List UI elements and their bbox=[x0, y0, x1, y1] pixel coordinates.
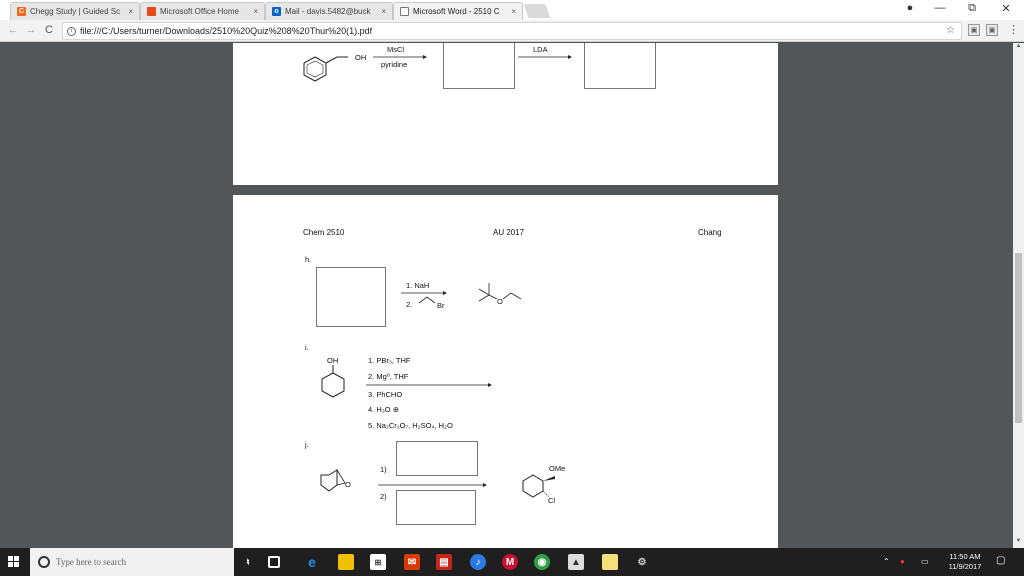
tab-office[interactable]: Microsoft Office Home × bbox=[140, 2, 265, 20]
tab-word-pdf[interactable]: Microsoft Word - 2510 C × bbox=[393, 2, 523, 20]
windows-start-icon[interactable] bbox=[8, 556, 20, 568]
microphone-icon[interactable]: ♮ bbox=[240, 554, 256, 570]
cortana-icon bbox=[38, 556, 50, 568]
oh-label: OH bbox=[355, 53, 367, 62]
store-icon[interactable]: ⊞ bbox=[370, 554, 386, 570]
info-icon[interactable]: i bbox=[67, 26, 76, 36]
reagent-label: pyridine bbox=[381, 60, 408, 69]
file-explorer-icon[interactable] bbox=[338, 554, 354, 570]
tab-chegg[interactable]: C Chegg Study | Guided Sc × bbox=[10, 2, 140, 20]
extension-icon[interactable]: ▣ bbox=[968, 24, 980, 36]
pdf-page: OH MsCl pyridine LDA bbox=[233, 43, 778, 185]
tray-chevron-icon[interactable]: ⌃ bbox=[883, 557, 890, 566]
document-favicon-icon bbox=[400, 7, 409, 16]
close-tab-icon[interactable]: × bbox=[253, 7, 258, 16]
chrome-icon[interactable]: ◉ bbox=[534, 554, 550, 570]
tab-title: Microsoft Word - 2510 C bbox=[413, 7, 500, 16]
close-tab-icon[interactable]: × bbox=[511, 7, 516, 16]
scroll-up-icon[interactable]: ▲ bbox=[1013, 43, 1024, 53]
clock-date: 11/9/2017 bbox=[948, 562, 982, 571]
taskbar-search-box[interactable]: Type here to search bbox=[30, 548, 234, 576]
reload-button[interactable]: C bbox=[42, 24, 56, 36]
clock-time: 11:50 AM bbox=[949, 552, 981, 561]
new-tab-button[interactable] bbox=[523, 4, 551, 18]
extension-icon[interactable]: ▣ bbox=[986, 24, 998, 36]
music-app-icon[interactable]: ♪ bbox=[470, 554, 486, 570]
answer-box[interactable] bbox=[443, 43, 515, 89]
pdf-page: Chem 2510 AU 2017 Chang h. 1. NaH 2. Br … bbox=[233, 195, 778, 548]
close-window-button[interactable]: ✕ bbox=[996, 2, 1016, 15]
photos-icon[interactable]: ▲ bbox=[568, 554, 584, 570]
pdf-viewer[interactable]: OH MsCl pyridine LDA Chem 2510 AU 2017 C… bbox=[0, 43, 1024, 548]
tab-title: Microsoft Office Home bbox=[160, 7, 239, 16]
maximize-button[interactable]: ⧉ bbox=[962, 2, 982, 15]
task-view-icon[interactable] bbox=[268, 556, 280, 568]
scroll-down-icon[interactable]: ▼ bbox=[1013, 538, 1024, 548]
document-app-icon[interactable]: ▤ bbox=[436, 554, 452, 570]
tab-title: Mail - davis.5482@buck bbox=[285, 7, 371, 16]
antivirus-icon[interactable]: M bbox=[502, 554, 518, 570]
tab-title: Chegg Study | Guided Sc bbox=[30, 7, 121, 16]
office-favicon-icon bbox=[147, 7, 156, 16]
edge-browser-icon[interactable]: e bbox=[304, 554, 320, 570]
search-placeholder: Type here to search bbox=[56, 557, 127, 567]
taskbar-clock[interactable]: 11:50 AM 11/9/2017 bbox=[940, 552, 990, 572]
reagent-label: LDA bbox=[533, 45, 548, 54]
outlook-favicon-icon: o bbox=[272, 7, 281, 16]
security-tray-icon[interactable]: ● bbox=[900, 557, 905, 566]
forward-button[interactable]: → bbox=[24, 24, 38, 36]
browser-menu-icon[interactable]: ⋮ bbox=[1008, 23, 1019, 36]
tab-mail[interactable]: o Mail - davis.5482@buck × bbox=[265, 2, 393, 20]
address-bar[interactable]: i file:///C:/Users/turner/Downloads/2510… bbox=[62, 22, 962, 40]
scrollbar-thumb[interactable] bbox=[1015, 253, 1022, 423]
mail-app-icon[interactable]: ✉ bbox=[404, 554, 420, 570]
browser-toolbar: ← → C i file:///C:/Users/turner/Download… bbox=[0, 20, 1024, 42]
url-text: file:///C:/Users/turner/Downloads/2510%2… bbox=[80, 26, 373, 36]
structure-drawing bbox=[320, 283, 555, 498]
account-icon[interactable]: ● bbox=[900, 2, 920, 14]
chegg-favicon-icon: C bbox=[17, 7, 26, 16]
action-center-icon[interactable]: ▢ bbox=[996, 555, 1005, 566]
sticky-notes-icon[interactable] bbox=[602, 554, 618, 570]
keyboard-tray-icon[interactable]: ▭ bbox=[921, 557, 929, 566]
answer-box[interactable] bbox=[584, 43, 656, 89]
minimize-button[interactable]: — bbox=[930, 2, 950, 14]
app-icon[interactable]: ⚙ bbox=[634, 554, 650, 570]
close-tab-icon[interactable]: × bbox=[381, 7, 386, 16]
tab-strip: C Chegg Study | Guided Sc × Microsoft Of… bbox=[0, 0, 1024, 20]
back-button[interactable]: ← bbox=[6, 24, 20, 36]
bookmark-star-icon[interactable]: ☆ bbox=[946, 25, 955, 36]
windows-taskbar: Type here to search ♮ e ⊞ ✉ ▤ ♪ M ◉ ▲ ⚙ … bbox=[0, 548, 1024, 576]
reagent-label: MsCl bbox=[387, 45, 405, 54]
close-tab-icon[interactable]: × bbox=[128, 7, 133, 16]
